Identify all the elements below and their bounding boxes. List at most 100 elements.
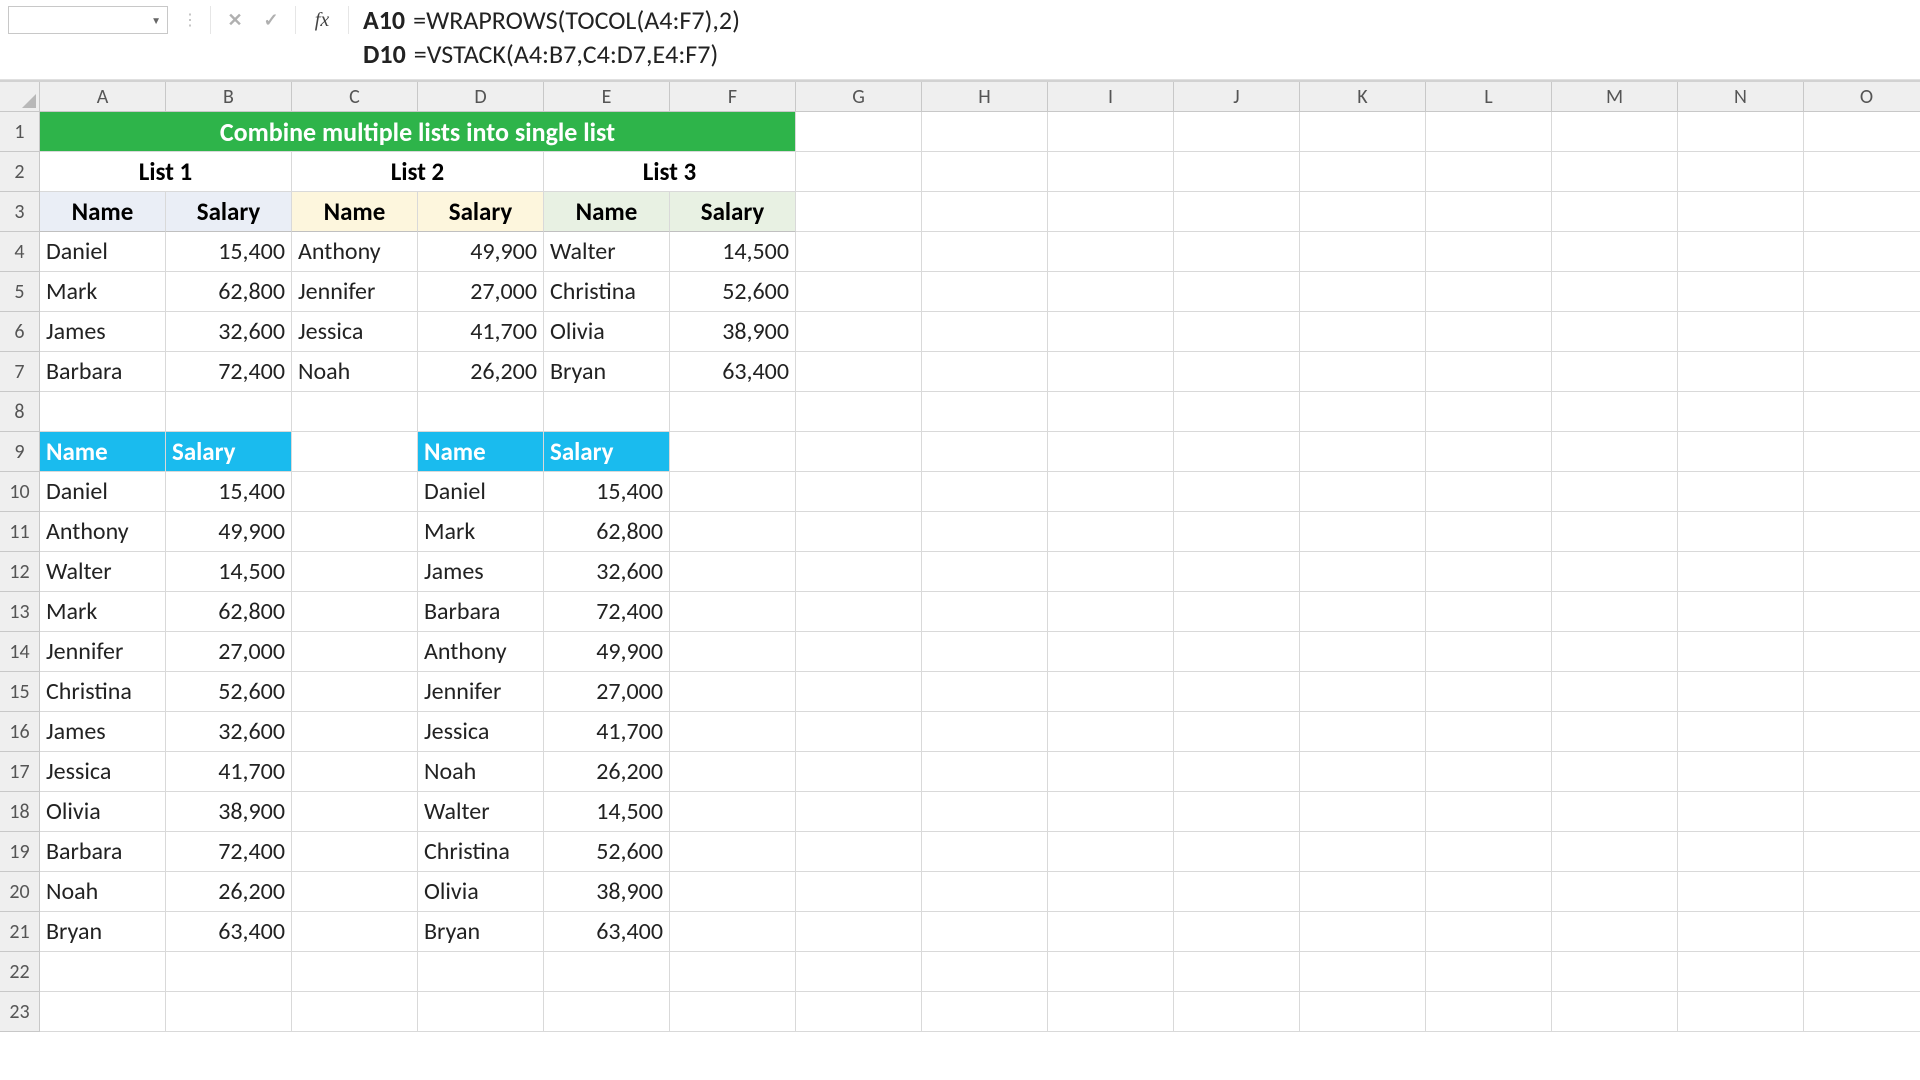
- cell-D11[interactable]: Mark: [418, 512, 544, 552]
- cell-C10[interactable]: [292, 472, 418, 512]
- column-header-C[interactable]: C: [292, 82, 418, 112]
- cell-A21[interactable]: Bryan: [40, 912, 166, 952]
- cell-F20[interactable]: [670, 872, 796, 912]
- cell-J8[interactable]: [1174, 392, 1300, 432]
- cell-F5[interactable]: 52,600: [670, 272, 796, 312]
- row-header-2[interactable]: 2: [0, 152, 40, 192]
- cell-A14[interactable]: Jennifer: [40, 632, 166, 672]
- cell-D5[interactable]: 27,000: [418, 272, 544, 312]
- cell-A9[interactable]: Name: [40, 432, 166, 472]
- cell-O5[interactable]: [1804, 272, 1920, 312]
- cell-I13[interactable]: [1048, 592, 1174, 632]
- cell-B3[interactable]: Salary: [166, 192, 292, 232]
- cell-E7[interactable]: Bryan: [544, 352, 670, 392]
- cell-A4[interactable]: Daniel: [40, 232, 166, 272]
- cell-B15[interactable]: 52,600: [166, 672, 292, 712]
- cell-N23[interactable]: [1678, 992, 1804, 1032]
- cell-C7[interactable]: Noah: [292, 352, 418, 392]
- cell-K22[interactable]: [1300, 952, 1426, 992]
- row-header-1[interactable]: 1: [0, 112, 40, 152]
- cell-L20[interactable]: [1426, 872, 1552, 912]
- cell-O4[interactable]: [1804, 232, 1920, 272]
- cell-E8[interactable]: [544, 392, 670, 432]
- cell-B14[interactable]: 27,000: [166, 632, 292, 672]
- cell-H20[interactable]: [922, 872, 1048, 912]
- cell-L4[interactable]: [1426, 232, 1552, 272]
- column-header-E[interactable]: E: [544, 82, 670, 112]
- cell-J13[interactable]: [1174, 592, 1300, 632]
- cell-F9[interactable]: [670, 432, 796, 472]
- cell-O10[interactable]: [1804, 472, 1920, 512]
- cell-O14[interactable]: [1804, 632, 1920, 672]
- cell-F3[interactable]: Salary: [670, 192, 796, 232]
- title-banner[interactable]: Combine multiple lists into single list: [40, 112, 796, 152]
- cell-A3[interactable]: Name: [40, 192, 166, 232]
- cell-I18[interactable]: [1048, 792, 1174, 832]
- cell-J16[interactable]: [1174, 712, 1300, 752]
- cell-H17[interactable]: [922, 752, 1048, 792]
- cell-G19[interactable]: [796, 832, 922, 872]
- cell-O7[interactable]: [1804, 352, 1920, 392]
- cell-C18[interactable]: [292, 792, 418, 832]
- cell-B8[interactable]: [166, 392, 292, 432]
- cell-H5[interactable]: [922, 272, 1048, 312]
- cell-A19[interactable]: Barbara: [40, 832, 166, 872]
- cell-A7[interactable]: Barbara: [40, 352, 166, 392]
- cell-D7[interactable]: 26,200: [418, 352, 544, 392]
- row-header-18[interactable]: 18: [0, 792, 40, 832]
- cell-F16[interactable]: [670, 712, 796, 752]
- cell-E22[interactable]: [544, 952, 670, 992]
- cell-L8[interactable]: [1426, 392, 1552, 432]
- cell-N20[interactable]: [1678, 872, 1804, 912]
- cell-C22[interactable]: [292, 952, 418, 992]
- cell-A16[interactable]: James: [40, 712, 166, 752]
- cell-A5[interactable]: Mark: [40, 272, 166, 312]
- cell-K23[interactable]: [1300, 992, 1426, 1032]
- cell-H22[interactable]: [922, 952, 1048, 992]
- cell-K20[interactable]: [1300, 872, 1426, 912]
- cell-C9[interactable]: [292, 432, 418, 472]
- row-header-3[interactable]: 3: [0, 192, 40, 232]
- cell-A20[interactable]: Noah: [40, 872, 166, 912]
- cell-E9[interactable]: Salary: [544, 432, 670, 472]
- cell-F18[interactable]: [670, 792, 796, 832]
- name-box[interactable]: ▼: [8, 6, 168, 34]
- cell-F13[interactable]: [670, 592, 796, 632]
- cell-E11[interactable]: 62,800: [544, 512, 670, 552]
- cell-A22[interactable]: [40, 952, 166, 992]
- column-header-L[interactable]: L: [1426, 82, 1552, 112]
- cell-N5[interactable]: [1678, 272, 1804, 312]
- cell-G18[interactable]: [796, 792, 922, 832]
- cell-O15[interactable]: [1804, 672, 1920, 712]
- cell-I9[interactable]: [1048, 432, 1174, 472]
- cell-D4[interactable]: 49,900: [418, 232, 544, 272]
- row-header-16[interactable]: 16: [0, 712, 40, 752]
- cell-M8[interactable]: [1552, 392, 1678, 432]
- cell-B5[interactable]: 62,800: [166, 272, 292, 312]
- cell-B21[interactable]: 63,400: [166, 912, 292, 952]
- cell-J2[interactable]: [1174, 152, 1300, 192]
- cell-D13[interactable]: Barbara: [418, 592, 544, 632]
- cell-I21[interactable]: [1048, 912, 1174, 952]
- cell-M14[interactable]: [1552, 632, 1678, 672]
- column-header-H[interactable]: H: [922, 82, 1048, 112]
- formula-display[interactable]: A10 =WRAPROWS(TOCOL(A4:F7),2) D10 =VSTAC…: [355, 0, 1920, 72]
- cell-E12[interactable]: 32,600: [544, 552, 670, 592]
- cell-H13[interactable]: [922, 592, 1048, 632]
- cell-K3[interactable]: [1300, 192, 1426, 232]
- cell-C20[interactable]: [292, 872, 418, 912]
- row-header-8[interactable]: 8: [0, 392, 40, 432]
- cell-G3[interactable]: [796, 192, 922, 232]
- cell-O12[interactable]: [1804, 552, 1920, 592]
- column-header-N[interactable]: N: [1678, 82, 1804, 112]
- cell-N19[interactable]: [1678, 832, 1804, 872]
- cell-M2[interactable]: [1552, 152, 1678, 192]
- cell-B20[interactable]: 26,200: [166, 872, 292, 912]
- cell-C6[interactable]: Jessica: [292, 312, 418, 352]
- cell-C15[interactable]: [292, 672, 418, 712]
- cell-L19[interactable]: [1426, 832, 1552, 872]
- cell-L17[interactable]: [1426, 752, 1552, 792]
- list-label-1[interactable]: List 1: [40, 152, 292, 192]
- cell-G23[interactable]: [796, 992, 922, 1032]
- cell-H19[interactable]: [922, 832, 1048, 872]
